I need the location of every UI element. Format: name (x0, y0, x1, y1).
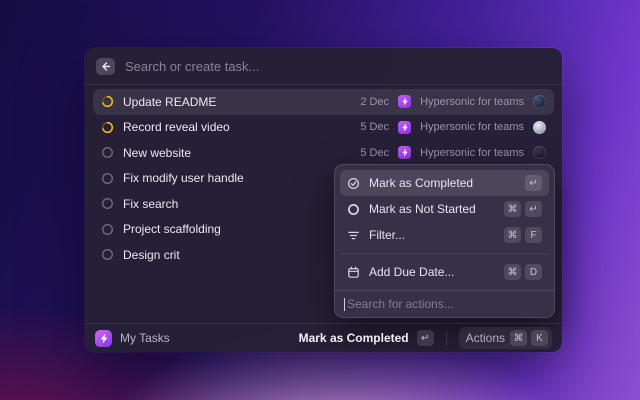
task-due-date: 5 Dec (360, 147, 389, 159)
task-row[interactable]: Update README 2 Dec Hypersonic for teams (93, 89, 554, 115)
key-badge: ↵ (525, 175, 542, 191)
action-label: Mark as Not Started (369, 202, 476, 216)
task-title: Fix modify user handle (123, 171, 244, 185)
task-title: New website (123, 146, 191, 160)
team-bolt-icon (398, 146, 411, 159)
assignee-avatar (533, 95, 546, 108)
task-title: Design crit (123, 248, 180, 262)
actions-button[interactable]: Actions ⌘K (459, 327, 552, 349)
action-label: Mark as Completed (369, 176, 473, 190)
actions-list: Mark as Completed ↵ (335, 165, 554, 290)
check-circle-icon (347, 177, 360, 190)
key-badge: F (525, 227, 542, 243)
text-caret (344, 298, 345, 311)
task-status-circle-icon (101, 223, 114, 236)
arrow-left-icon (100, 61, 111, 72)
command-palette-window: Update README 2 Dec Hypersonic for teams… (85, 48, 562, 352)
task-title: Project scaffolding (123, 222, 221, 236)
footer-bar: My Tasks Mark as Completed ↵ Actions ⌘K (85, 323, 562, 352)
action-item[interactable]: Filter... ⌘F (340, 222, 549, 248)
action-shortcut-keys: ⌘D (504, 264, 542, 280)
action-item[interactable]: Mark as Not Started ⌘↵ (340, 196, 549, 222)
hypersonic-app-icon (95, 330, 112, 347)
task-status-circle-icon (101, 172, 114, 185)
team-bolt-icon (398, 95, 411, 108)
task-team-label: Hypersonic for teams (420, 96, 524, 108)
task-status-circle-icon (101, 197, 114, 210)
task-due-date: 2 Dec (360, 96, 389, 108)
action-item[interactable]: Add Due Date... ⌘D (340, 259, 549, 285)
circle-icon (347, 203, 360, 216)
task-title: Fix search (123, 197, 178, 211)
footer-divider (446, 331, 447, 345)
task-due-date: 5 Dec (360, 121, 389, 133)
search-input[interactable] (125, 59, 551, 74)
key-badge: ↵ (525, 201, 542, 217)
actions-keys: ⌘K (510, 330, 548, 346)
action-label: Filter... (369, 228, 405, 242)
calendar-icon (347, 266, 360, 279)
assignee-avatar (533, 121, 546, 134)
actions-button-label: Actions (466, 331, 505, 345)
actions-search-bar (335, 290, 554, 317)
task-team-label: Hypersonic for teams (420, 147, 524, 159)
task-status-progress-icon (101, 95, 114, 108)
search-bar (85, 48, 562, 85)
team-bolt-icon (398, 121, 411, 134)
key-badge: ⌘ (504, 201, 521, 217)
actions-search-input[interactable] (347, 297, 545, 311)
action-item[interactable]: Mark as Completed ↵ (340, 170, 549, 196)
task-status-circle-icon (101, 146, 114, 159)
task-title: Record reveal video (123, 120, 230, 134)
key-badge: ⌘ (504, 227, 521, 243)
enter-key-badge: ↵ (417, 330, 434, 346)
key-badge: D (525, 264, 542, 280)
key-badge: K (531, 330, 548, 346)
primary-action-label: Mark as Completed (299, 331, 409, 345)
action-shortcut-keys: ⌘↵ (504, 201, 542, 217)
task-row[interactable]: New website 5 Dec Hypersonic for teams (93, 140, 554, 166)
key-badge: ⌘ (504, 264, 521, 280)
action-label: Add Due Date... (369, 265, 454, 279)
filter-icon (347, 229, 360, 242)
task-row[interactable]: Record reveal video 5 Dec Hypersonic for… (93, 115, 554, 141)
task-status-circle-icon (101, 248, 114, 261)
action-shortcut-keys: ⌘F (504, 227, 542, 243)
task-team-label: Hypersonic for teams (420, 121, 524, 133)
workspace-label: My Tasks (120, 331, 170, 345)
task-title: Update README (123, 95, 216, 109)
task-status-progress-icon (101, 121, 114, 134)
key-badge: ⌘ (510, 330, 527, 346)
assignee-avatar (533, 146, 546, 159)
menu-divider (342, 253, 547, 254)
actions-popover: Mark as Completed ↵ (334, 164, 555, 318)
action-shortcut-keys: ↵ (525, 175, 542, 191)
back-button[interactable] (96, 58, 115, 75)
